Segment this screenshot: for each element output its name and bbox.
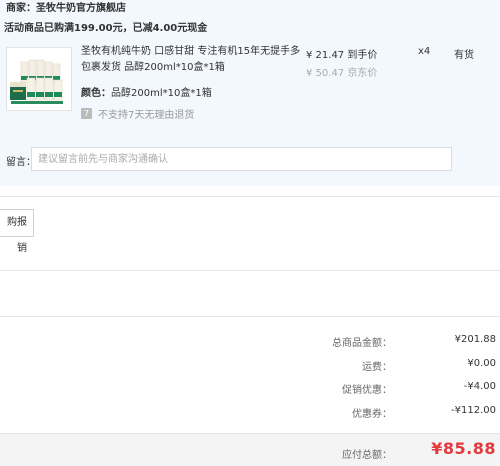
- order-item-panel: 商家：圣牧牛奶官方旗舰店 活动商品已购满199.00元，已减4.00元现金 圣牧…: [0, 0, 500, 186]
- summary-value: -¥4.00: [463, 381, 496, 392]
- return-policy: 7 不支持7天无理由退货: [81, 106, 194, 121]
- payable-bar: 应付总额： ¥85.88: [0, 433, 500, 466]
- product-variant: 颜色：品醇200ml*10盒*1箱: [81, 84, 212, 99]
- summary-value: -¥112.00: [451, 405, 496, 416]
- payable-label: 应付总额：: [342, 450, 392, 461]
- divider: [0, 316, 500, 317]
- promo-text: 活动商品已购满199.00元，已减4.00元现金: [4, 23, 208, 34]
- return-policy-text: 不支持7天无理由退货: [98, 110, 195, 121]
- summary-label: 总商品金额：: [332, 338, 392, 349]
- final-price: ¥ 21.47 到手价: [306, 50, 378, 61]
- color-value: 品醇200ml*10盒*1箱: [111, 88, 212, 99]
- summary-value: ¥0.00: [467, 358, 496, 369]
- invoice-button[interactable]: 购报销: [0, 209, 34, 254]
- divider: [0, 270, 500, 271]
- no-return-icon: 7: [81, 108, 92, 119]
- stock-status: 有货: [454, 50, 474, 61]
- message-input[interactable]: [31, 147, 452, 171]
- summary-label: 运费：: [362, 362, 392, 373]
- shop-label: 商家：: [6, 3, 36, 14]
- quantity: x4: [418, 46, 431, 57]
- shop-name-text: 圣牧牛奶官方旗舰店: [36, 3, 126, 14]
- color-label: 颜色：: [81, 88, 111, 99]
- payable-amount: ¥85.88: [431, 439, 496, 458]
- summary-value: ¥201.88: [454, 334, 496, 345]
- jd-price: ¥ 50.47 京东价: [306, 68, 378, 79]
- divider: [0, 196, 500, 197]
- summary-label: 优惠券：: [352, 409, 392, 420]
- product-title[interactable]: 圣牧有机纯牛奶 口感甘甜 专注有机15年无提手多包裹发货 品醇200ml*10盒…: [81, 44, 301, 76]
- shop-name[interactable]: 商家：圣牧牛奶官方旗舰店: [6, 0, 126, 14]
- milk-box-image-icon: [7, 48, 71, 110]
- summary-label: 促销优惠：: [342, 385, 392, 396]
- product-thumbnail[interactable]: [6, 47, 72, 111]
